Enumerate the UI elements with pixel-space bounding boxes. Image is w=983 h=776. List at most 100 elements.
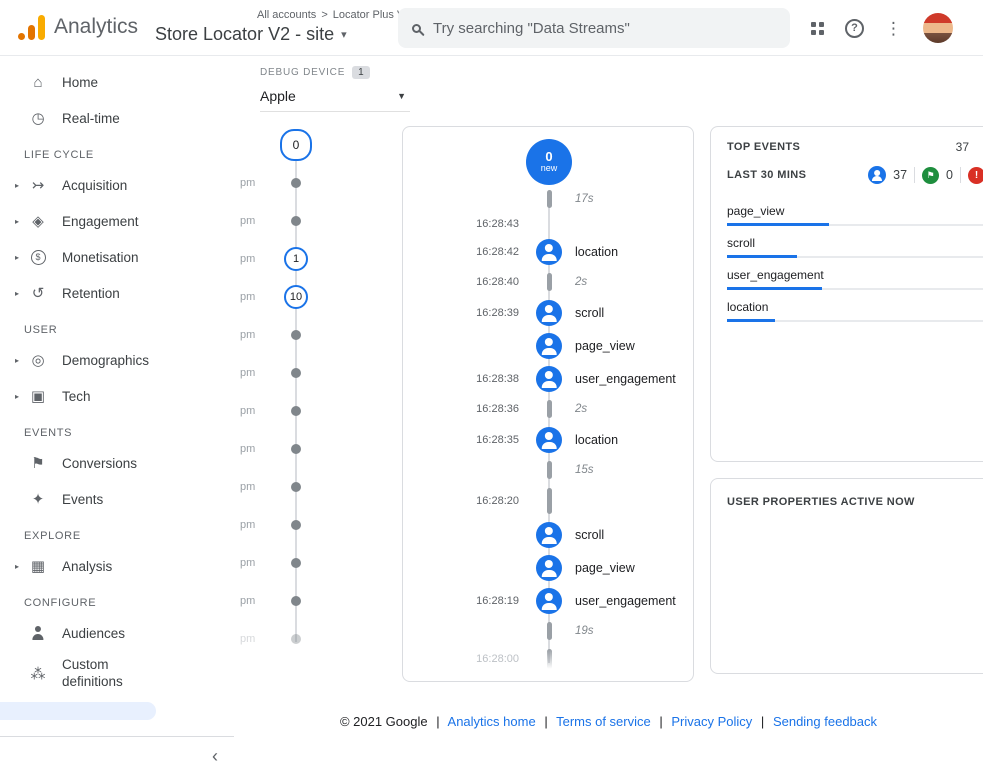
expand-caret-icon[interactable]: ▸ xyxy=(10,392,24,401)
gap-segment-icon xyxy=(547,488,552,514)
expand-caret-icon[interactable]: ▸ xyxy=(10,181,24,190)
event-row[interactable]: 16:28:42 location xyxy=(403,235,693,268)
sidebar: ⌂ Home ◷ Real-time LIFE CYCLE ▸ ↣ Acquis… xyxy=(0,56,234,776)
timeline-minute-row: pm xyxy=(234,468,330,506)
selected-item-highlight[interactable] xyxy=(0,702,156,720)
event-stream-panel: 0 new 17s 16:28:43 16:28:42 location xyxy=(402,126,694,682)
breadcrumb-separator: > xyxy=(321,9,327,21)
stream-time-row: 16:28:20 xyxy=(403,484,693,518)
timeline-minute-row: pm xyxy=(234,354,330,392)
monetisation-icon: $ xyxy=(31,250,46,265)
top-events-title: TOP EVENTS xyxy=(727,141,800,153)
sidebar-item-conversions[interactable]: ⚑ Conversions xyxy=(0,445,234,481)
sidebar-item-audiences[interactable]: Audiences xyxy=(0,615,234,651)
minute-dot[interactable] xyxy=(291,444,301,454)
minute-dot[interactable] xyxy=(291,634,301,644)
breadcrumb[interactable]: All accounts > Locator Plus V2 xyxy=(257,9,410,21)
footer-link-terms[interactable]: Terms of service xyxy=(556,714,651,729)
minute-dot[interactable] xyxy=(291,558,301,568)
sidebar-item-events[interactable]: ✦ Events xyxy=(0,481,234,517)
footer-link-privacy[interactable]: Privacy Policy xyxy=(671,714,752,729)
expand-caret-icon[interactable]: ▸ xyxy=(10,356,24,365)
top-event-row[interactable]: location xyxy=(727,290,983,322)
minute-dot[interactable] xyxy=(291,520,301,530)
more-menu-icon[interactable]: ⋮ xyxy=(885,20,902,37)
top-event-row[interactable]: page_view xyxy=(727,194,983,226)
event-row[interactable]: page_view xyxy=(403,329,693,362)
chevron-down-icon: ▼ xyxy=(397,91,406,101)
footer-link-analytics-home[interactable]: Analytics home xyxy=(448,714,536,729)
event-row[interactable]: page_view xyxy=(403,551,693,584)
top-event-row[interactable]: scroll xyxy=(727,226,983,258)
tech-icon: ▣ xyxy=(28,386,48,406)
timeline-minute-row: 0 xyxy=(234,126,330,164)
sidebar-item-demographics[interactable]: ▸ ◎ Demographics xyxy=(0,342,234,378)
timeline-minute-row: pm xyxy=(234,544,330,582)
minute-count-circle[interactable]: 0 xyxy=(280,129,312,161)
user-properties-title: USER PROPERTIES ACTIVE NOW xyxy=(727,496,915,508)
timeline-minute-row: pm xyxy=(234,620,330,658)
minute-count-circle[interactable]: 10 xyxy=(284,285,308,309)
copyright: © 2021 Google xyxy=(340,714,428,729)
minute-dot[interactable] xyxy=(291,330,301,340)
sidebar-item-custom-definitions[interactable]: ⁂ Custom definitions xyxy=(0,651,234,697)
expand-caret-icon[interactable]: ▸ xyxy=(10,253,24,262)
minute-dot[interactable] xyxy=(291,368,301,378)
topbar: Analytics All accounts > Locator Plus V2… xyxy=(0,0,983,56)
sidebar-item-tech[interactable]: ▸ ▣ Tech xyxy=(0,378,234,414)
minute-dot[interactable] xyxy=(291,406,301,416)
search-bar[interactable] xyxy=(398,8,790,48)
sidebar-item-realtime[interactable]: ◷ Real-time xyxy=(0,100,234,136)
avatar[interactable] xyxy=(923,13,953,43)
user-event-icon xyxy=(536,239,562,265)
stream-gap-row: 17s xyxy=(403,185,693,213)
analytics-logo[interactable]: Analytics xyxy=(18,14,138,40)
event-count-bar xyxy=(727,224,983,226)
sidebar-item-engagement[interactable]: ▸ ◈ Engagement xyxy=(0,203,234,239)
event-counters: 37 ⚑ 0 ! xyxy=(868,166,983,184)
help-icon[interactable]: ? xyxy=(845,19,864,38)
sidebar-item-retention[interactable]: ▸ ↺ Retention xyxy=(0,275,234,311)
sidebar-item-acquisition[interactable]: ▸ ↣ Acquisition xyxy=(0,167,234,203)
event-row[interactable]: 16:28:35 location xyxy=(403,423,693,456)
stream-time-row: 16:28:00 xyxy=(403,645,693,673)
debugview-content: DEBUG DEVICE 1 Apple ▼ 0 pm pm xyxy=(234,56,983,776)
new-events-badge[interactable]: 0 new xyxy=(526,139,572,185)
minute-dot[interactable] xyxy=(291,216,301,226)
sidebar-collapse-button[interactable]: ‹ xyxy=(0,736,234,776)
sidebar-item-home[interactable]: ⌂ Home xyxy=(0,64,234,100)
event-row[interactable]: scroll xyxy=(403,518,693,551)
minute-dot[interactable] xyxy=(291,178,301,188)
sidebar-item-analysis[interactable]: ▸ ▦ Analysis xyxy=(0,548,234,584)
search-icon xyxy=(412,24,421,33)
timeline-minute-row: pm xyxy=(234,164,330,202)
minute-count-circle[interactable]: 1 xyxy=(284,247,308,271)
sidebar-item-monetisation[interactable]: ▸ $ Monetisation xyxy=(0,239,234,275)
expand-caret-icon[interactable]: ▸ xyxy=(10,562,24,571)
stream-gap-row: 16:28:40 2s xyxy=(403,268,693,296)
app-name: Analytics xyxy=(54,15,138,39)
gap-segment-icon xyxy=(547,622,552,640)
gap-segment-icon xyxy=(547,649,552,669)
flag-icon: ⚑ xyxy=(28,453,48,473)
event-row[interactable]: 16:28:19 user_engagement xyxy=(403,584,693,617)
conversions-count-icon: ⚑ xyxy=(922,167,939,184)
gap-segment-icon xyxy=(547,190,552,208)
footer-link-feedback[interactable]: Sending feedback xyxy=(773,714,877,729)
minute-dot[interactable] xyxy=(291,482,301,492)
event-row[interactable]: 16:28:38 user_engagement xyxy=(403,362,693,395)
home-icon: ⌂ xyxy=(28,72,48,92)
stream-gap-row: 15s xyxy=(403,456,693,484)
expand-caret-icon[interactable]: ▸ xyxy=(10,289,24,298)
apps-grid-icon[interactable] xyxy=(811,22,824,35)
event-row[interactable]: 16:28:39 scroll xyxy=(403,296,693,329)
user-event-icon xyxy=(536,300,562,326)
expand-caret-icon[interactable]: ▸ xyxy=(10,217,24,226)
minute-dot[interactable] xyxy=(291,596,301,606)
acquisition-icon: ↣ xyxy=(28,175,48,195)
device-select[interactable]: Apple ▼ xyxy=(260,79,410,112)
search-input[interactable] xyxy=(433,20,776,37)
top-event-row[interactable]: user_engagement xyxy=(727,258,983,290)
timeline-minute-row: pm xyxy=(234,202,330,240)
property-selector[interactable]: Store Locator V2 - site ▾ xyxy=(155,24,347,45)
